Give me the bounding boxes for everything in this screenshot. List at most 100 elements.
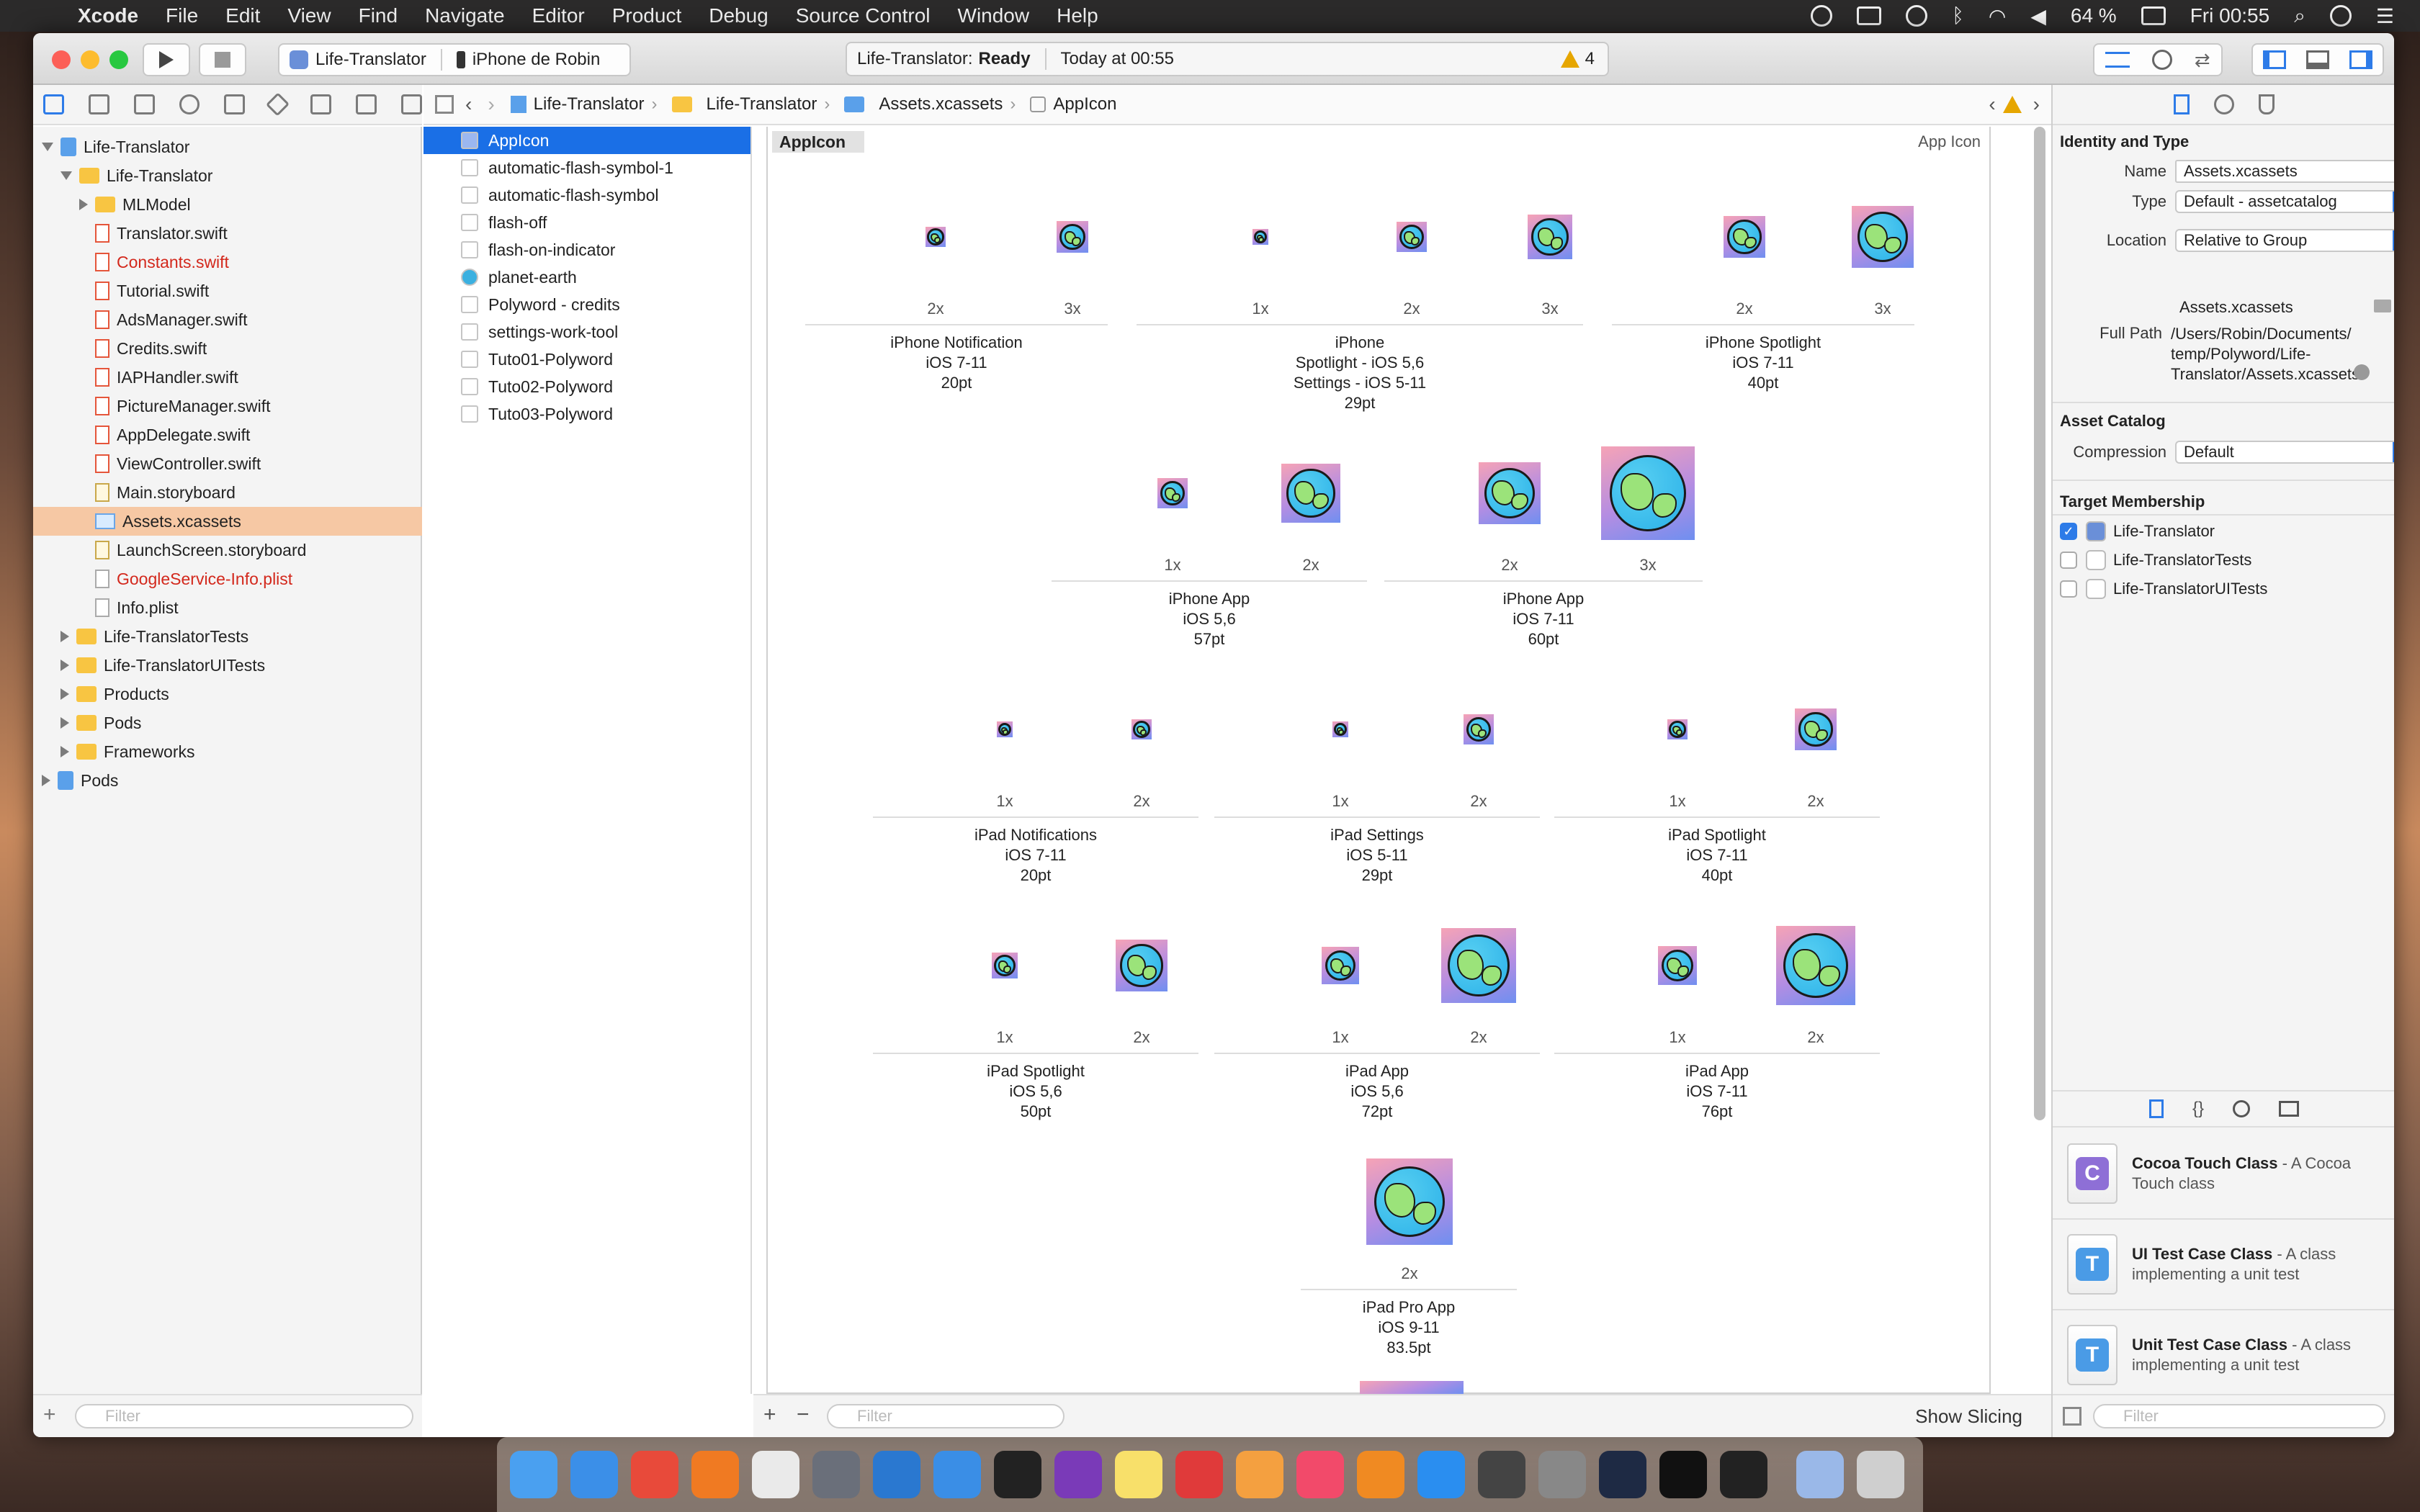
reveal-in-finder-icon[interactable]	[2354, 364, 2370, 380]
code-snippet-library-icon[interactable]: {}	[2192, 1099, 2204, 1119]
navigator-filter-field[interactable]: Filter	[75, 1404, 413, 1428]
debug-navigator-icon[interactable]	[310, 94, 332, 114]
safari-icon[interactable]	[570, 1451, 618, 1498]
appicon-slot[interactable]	[1084, 912, 1199, 1020]
system-preferences-icon[interactable]	[1538, 1451, 1586, 1498]
menu-app-name[interactable]: Xcode	[78, 4, 138, 27]
navigator-row[interactable]: IAPHandler.swift	[33, 363, 422, 392]
navigator-row[interactable]: AppDelegate.swift	[33, 420, 422, 449]
appicon-slot[interactable]	[1015, 183, 1130, 291]
appicon-slot[interactable]	[1354, 183, 1469, 291]
pdf-icon[interactable]	[1175, 1451, 1223, 1498]
disclosure-closed-icon[interactable]	[60, 660, 69, 671]
appicon-slot[interactable]	[1352, 1148, 1467, 1256]
appicon-slot[interactable]	[1084, 675, 1199, 783]
disclosure-closed-icon[interactable]	[79, 199, 88, 210]
navigator-row[interactable]: Life-Translator	[33, 161, 422, 190]
scheme-selector[interactable]: Life-Translator iPhone de Robin	[278, 43, 631, 76]
test-navigator-icon[interactable]	[266, 92, 290, 117]
notes-icon[interactable]	[1115, 1451, 1162, 1498]
photos-icon[interactable]	[1236, 1451, 1283, 1498]
music-icon[interactable]	[1296, 1451, 1344, 1498]
airplay-icon[interactable]	[1857, 6, 1882, 25]
clock-icon[interactable]	[752, 1451, 799, 1498]
navigator-row[interactable]: LaunchScreen.storyboard	[33, 536, 422, 564]
breadcrumb-project[interactable]: Life-Translator ›	[510, 94, 658, 114]
menu-edit[interactable]: Edit	[225, 4, 260, 27]
navigator-row[interactable]: Main.storyboard	[33, 478, 422, 507]
breadcrumb-asset-catalog[interactable]: Assets.xcassets ›	[844, 94, 1016, 114]
back-button[interactable]: ‹	[465, 93, 472, 116]
find-navigator-icon[interactable]	[179, 94, 200, 114]
show-slicing-button[interactable]: Show Slicing	[1915, 1405, 2022, 1428]
assistant-editor-icon[interactable]	[2152, 50, 2173, 70]
menu-product[interactable]: Product	[612, 4, 682, 27]
navigator-row[interactable]: Assets.xcassets	[33, 507, 422, 536]
file-template-item[interactable]: C Cocoa Touch Class - A Cocoa Touch class	[2053, 1129, 2394, 1220]
forward-button[interactable]: ›	[488, 93, 494, 116]
menu-file[interactable]: File	[166, 4, 198, 27]
location-popup[interactable]: Relative to Group ⇕	[2175, 229, 2394, 252]
asset-set-item[interactable]: flash-off	[424, 209, 750, 236]
target-membership-row[interactable]: Life-TranslatorTests	[2053, 547, 2251, 573]
chrome-icon[interactable]	[631, 1451, 678, 1498]
target-checkbox[interactable]	[2060, 580, 2077, 598]
asset-set-item[interactable]: Tuto03-Polyword	[424, 400, 750, 428]
menu-source-control[interactable]: Source Control	[796, 4, 931, 27]
battery-icon[interactable]	[2141, 6, 2166, 25]
appicon-slot[interactable]	[1253, 439, 1368, 547]
quick-help-icon[interactable]	[2214, 94, 2234, 114]
appicon-slot[interactable]	[1758, 675, 1873, 783]
appicon-slot[interactable]	[1421, 912, 1536, 1020]
finder-icon[interactable]	[510, 1451, 557, 1498]
disclosure-closed-icon[interactable]	[60, 688, 69, 700]
add-file-button[interactable]: +	[43, 1403, 56, 1427]
appicon-slot[interactable]	[878, 183, 993, 291]
time-machine-icon[interactable]	[1906, 5, 1928, 27]
minimize-window-button[interactable]	[81, 50, 99, 69]
clock[interactable]: Fri 00:55	[2190, 4, 2270, 27]
appicon-slot[interactable]	[1758, 912, 1873, 1020]
asset-set-item[interactable]: planet-earth	[424, 264, 750, 291]
source-control-navigator-icon[interactable]	[88, 94, 109, 114]
appicon-slot[interactable]	[947, 675, 1062, 783]
warning-indicator[interactable]: 4	[1560, 49, 1595, 69]
battery-percent[interactable]: 64 %	[2071, 4, 2117, 27]
project-navigator-icon[interactable]	[43, 94, 64, 114]
breadcrumb-appicon[interactable]: AppIcon	[1030, 94, 1116, 114]
file-template-library-icon[interactable]	[2148, 1099, 2164, 1118]
asset-set-item[interactable]: automatic-flash-symbol	[424, 181, 750, 209]
appicon-slot[interactable]	[947, 912, 1062, 1020]
compression-popup[interactable]: Default ⇕	[2175, 441, 2394, 464]
appicon-slot[interactable]	[1421, 675, 1536, 783]
disclosure-closed-icon[interactable]	[60, 631, 69, 642]
appicon-slot[interactable]	[1620, 912, 1735, 1020]
menu-debug[interactable]: Debug	[709, 4, 768, 27]
navigator-row[interactable]: GoogleService-Info.plist	[33, 564, 422, 593]
appicon-slot[interactable]	[1203, 183, 1318, 291]
target-checkbox[interactable]	[2060, 552, 2077, 569]
stop-button[interactable]	[199, 43, 246, 76]
notification-center-icon[interactable]: ☰	[2376, 4, 2394, 28]
target-checkbox[interactable]: ✓	[2060, 523, 2077, 540]
asset-filter-field[interactable]: Filter	[827, 1404, 1065, 1428]
remove-asset-button[interactable]: −	[797, 1403, 810, 1427]
grid-view-icon[interactable]	[2063, 1407, 2081, 1426]
appicon-slot[interactable]	[1283, 912, 1398, 1020]
target-membership-row[interactable]: ✓ Life-Translator	[2053, 518, 2215, 544]
spotlight-search-icon[interactable]: ⌕	[2294, 4, 2305, 28]
next-issue-button[interactable]: ›	[2033, 93, 2040, 116]
standard-editor-icon[interactable]	[2105, 52, 2130, 68]
library-filter-field[interactable]: Filter	[2093, 1404, 2385, 1428]
volume-icon[interactable]: ◀	[2030, 4, 2046, 28]
terminal-icon[interactable]	[1659, 1451, 1707, 1498]
navigator-row[interactable]: Tutorial.swift	[33, 276, 422, 305]
trash-icon[interactable]	[1857, 1451, 1904, 1498]
status-circle-icon[interactable]	[1811, 5, 1833, 27]
instruments-icon[interactable]	[812, 1451, 860, 1498]
symbol-navigator-icon[interactable]	[133, 94, 155, 114]
navigator-row[interactable]: Info.plist	[33, 593, 422, 622]
toggle-debug-area-icon[interactable]	[2306, 50, 2329, 69]
breakpoint-navigator-icon[interactable]	[356, 94, 377, 114]
disclosure-closed-icon[interactable]	[60, 746, 69, 757]
